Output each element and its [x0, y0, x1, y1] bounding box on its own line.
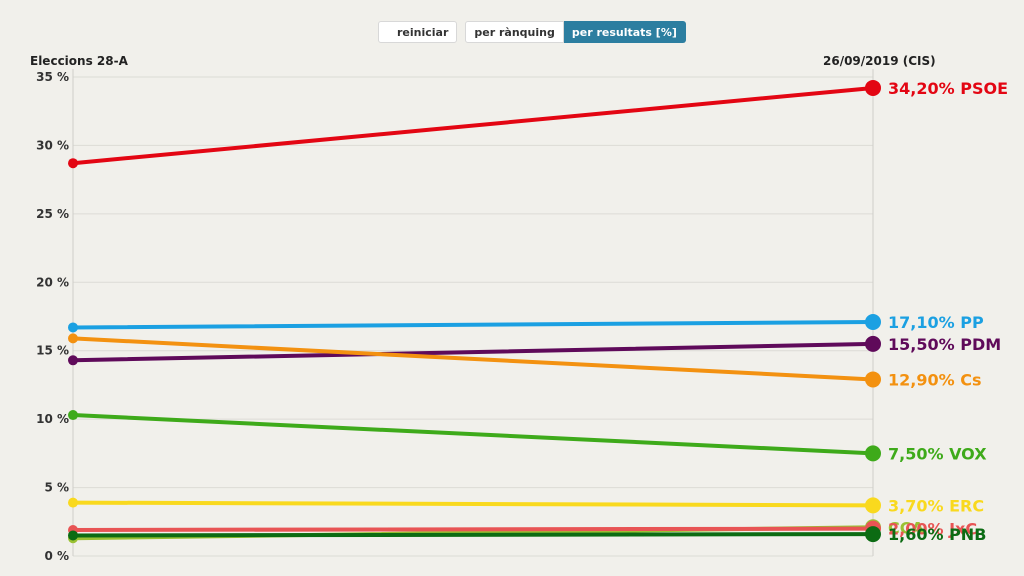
point-start-erc: [68, 497, 78, 508]
point-end-cs: [865, 371, 881, 388]
point-end-pdm: [865, 335, 881, 352]
y-tick-label: 0 %: [44, 549, 69, 563]
y-tick-label: 15 %: [36, 344, 69, 358]
point-start-psoe: [68, 158, 78, 169]
series-line-jxc: [71, 526, 875, 532]
y-tick-label: 20 %: [36, 275, 69, 289]
point-start-cs: [68, 333, 78, 344]
point-start-pnb: [68, 530, 78, 541]
series-label-pdm: 15,50% PDM: [888, 335, 1001, 354]
series-line-pp: [71, 319, 875, 330]
line-chart: 0 % 5 % 10 % 15 % 20 % 25 % 30 % 35 % 34,20% PSO…: [36, 69, 1008, 563]
series-label-pnb: 1,60% PNB: [888, 525, 986, 544]
series-line-vox: [71, 413, 875, 456]
point-end-pp: [865, 313, 881, 330]
series-label-cs: 12,90% Cs: [888, 370, 981, 389]
y-tick-label: 35 %: [36, 70, 69, 84]
point-end-psoe: [865, 79, 881, 96]
series-line-erc: [71, 500, 875, 508]
series-line-psoe: [71, 85, 875, 166]
point-end-vox: [865, 445, 881, 462]
series-label-erc: 3,70% ERC: [888, 496, 984, 515]
y-tick-label: 5 %: [44, 481, 69, 495]
point-start-vox: [68, 410, 78, 421]
series-label-pp: 17,10% PP: [888, 313, 984, 332]
series-label-vox: 7,50% VOX: [888, 444, 987, 463]
series-label-psoe: 34,20% PSOE: [888, 79, 1008, 98]
point-start-pp: [68, 322, 78, 333]
y-tick-label: 25 %: [36, 207, 69, 221]
y-tick-label: 30 %: [36, 138, 69, 152]
series-line-pnb: [71, 532, 875, 538]
y-tick-label: 10 %: [36, 412, 69, 426]
point-start-pdm: [68, 355, 78, 366]
point-end-erc: [865, 497, 881, 514]
point-end-pnb: [865, 526, 881, 543]
